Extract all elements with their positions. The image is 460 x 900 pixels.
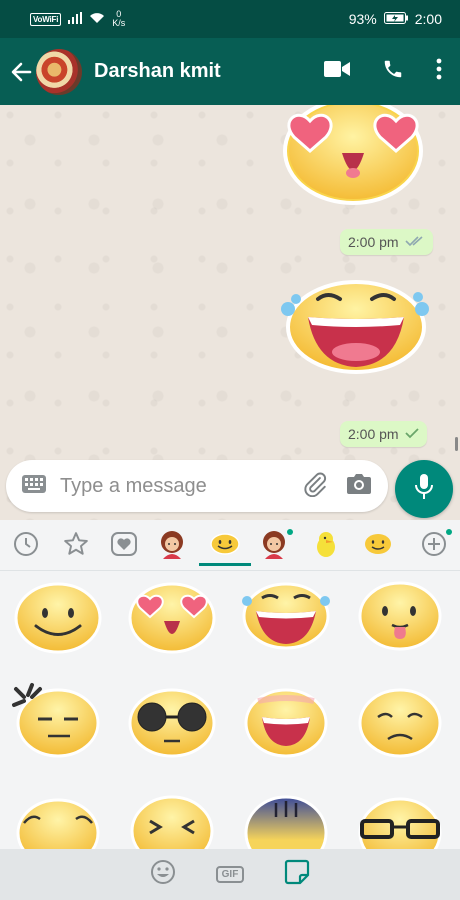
squinting-sticker[interactable] (130, 795, 214, 849)
paperclip-icon[interactable] (302, 471, 328, 502)
new-pack-dot (287, 529, 293, 535)
battery-icon (383, 11, 408, 27)
new-pack-dot (446, 529, 452, 535)
bird-sticker-pack[interactable] (310, 528, 342, 560)
emoji-gif-sticker-bar: GIF (0, 849, 460, 900)
single-check-sent-icon (404, 426, 419, 442)
heart-eyes-sticker[interactable] (128, 582, 216, 654)
heart-eyes-sticker[interactable] (278, 105, 428, 208)
gloomy-sticker[interactable] (244, 795, 328, 849)
voice-call-icon[interactable] (382, 58, 404, 85)
battery-percentage: 93% (348, 11, 377, 27)
chat-area[interactable]: 2:00 pm 2:00 pm (0, 105, 460, 520)
message-time: 2:00 pm (348, 426, 399, 442)
network-speed: 0 K/s (112, 10, 125, 28)
contact-avatar[interactable] (36, 48, 82, 95)
message-time-bubble: 2:00 pm (340, 421, 427, 447)
message-time-bubble: 2:00 pm (340, 229, 433, 255)
sunglasses-sticker[interactable] (128, 688, 216, 758)
smiley-sticker-pack[interactable] (209, 528, 241, 560)
video-call-icon[interactable] (324, 60, 350, 83)
gif-button[interactable]: GIF (215, 866, 245, 883)
recent-clock-icon[interactable] (10, 528, 42, 560)
wifi-icon (89, 12, 105, 27)
status-bar: VoWiFi 0 K/s 93% 2:00 (0, 0, 460, 38)
sticker-grid-canvas (12, 581, 442, 849)
sticker-icon[interactable] (284, 859, 310, 890)
chat-header: Darshan kmit (0, 38, 460, 105)
message-time: 2:00 pm (348, 234, 399, 250)
signal-icon (68, 11, 83, 27)
vowifi-indicator: VoWiFi (30, 12, 62, 26)
back-arrow-icon[interactable] (10, 61, 32, 83)
double-check-read-icon (405, 234, 425, 250)
girl-sticker-pack[interactable] (156, 528, 188, 560)
camera-icon[interactable] (346, 473, 372, 500)
laughing-sticker[interactable] (242, 582, 330, 650)
network-speed-unit: K/s (112, 18, 126, 28)
smiley-sticker-pack-2[interactable] (362, 528, 394, 560)
neutral-sticker[interactable] (16, 798, 100, 849)
glasses-sticker[interactable] (358, 797, 442, 849)
message-input[interactable]: Type a message (60, 475, 302, 498)
girl-sticker-pack-2[interactable] (258, 528, 290, 560)
selected-tab-indicator (199, 563, 251, 566)
laughing-tears-sticker[interactable] (278, 277, 433, 377)
message-composer: Type a message (6, 460, 388, 512)
contact-name[interactable]: Darshan kmit (94, 60, 221, 83)
chat-scrollbar[interactable] (455, 437, 458, 451)
microphone-icon (414, 473, 434, 506)
clock-time: 2:00 (414, 11, 442, 27)
angry-sticker[interactable] (12, 683, 100, 758)
smile-sticker[interactable] (14, 582, 102, 654)
tongue-out-sticker[interactable] (358, 581, 442, 651)
more-options-icon[interactable] (436, 58, 442, 85)
favorite-star-icon[interactable] (60, 528, 92, 560)
frowning-sticker[interactable] (358, 688, 442, 758)
sticker-grid (0, 571, 460, 849)
keyboard-icon[interactable] (22, 474, 46, 498)
heart-icon[interactable] (108, 528, 140, 560)
grin-sticker[interactable] (244, 688, 328, 758)
emoji-icon[interactable] (150, 859, 176, 890)
voice-message-button[interactable] (395, 460, 453, 518)
